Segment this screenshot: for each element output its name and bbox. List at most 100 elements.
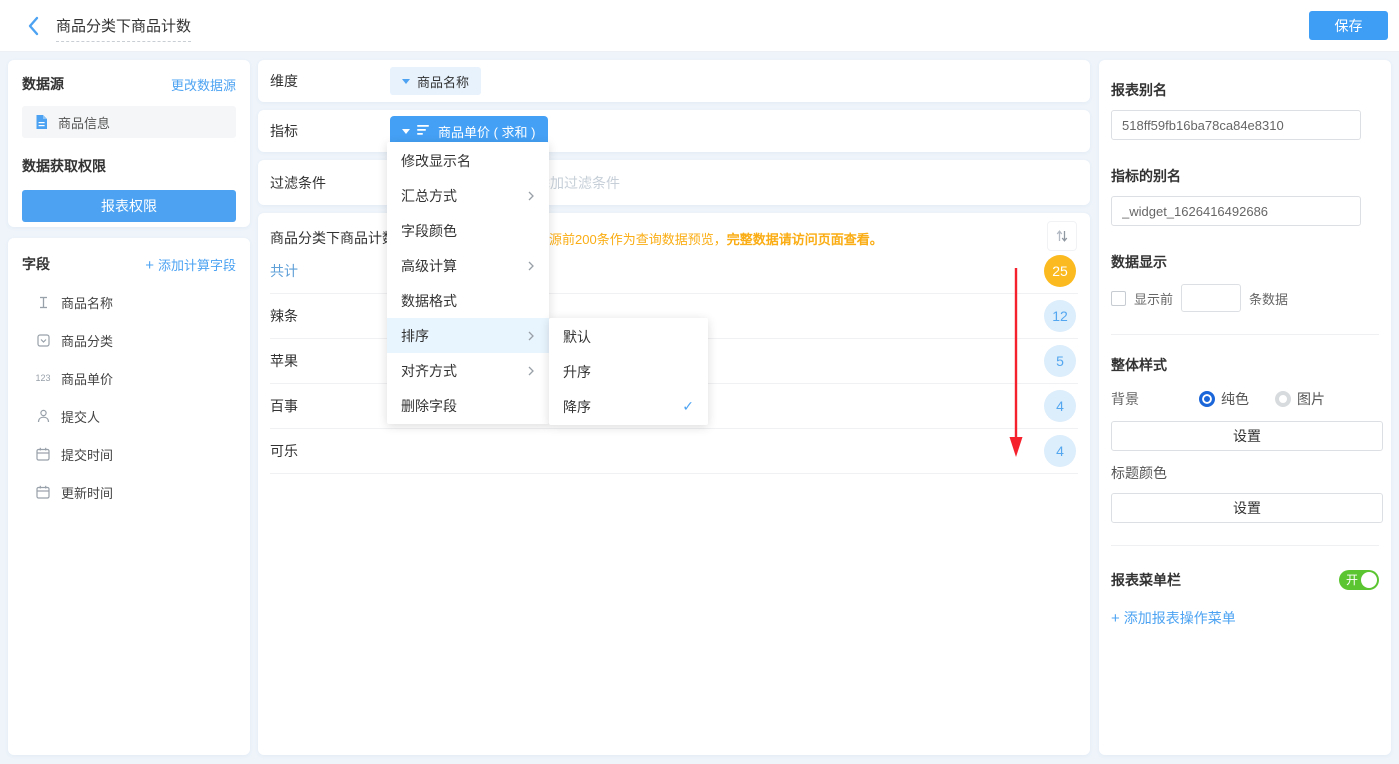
datasource-item[interactable]: 商品信息 [22,106,236,138]
field-label: 更新时间 [61,483,113,502]
summary-lines-icon [417,124,431,139]
row-label: 可乐 [270,441,298,461]
check-icon: ✓ [682,398,694,415]
dimension-tag-label: 商品名称 [417,72,469,91]
report-menu-label: 报表菜单栏 [1111,570,1181,590]
submenu-item-ascending[interactable]: 升序 [549,354,708,389]
date-field-icon [34,447,52,461]
toggle-knob [1361,572,1377,588]
metric-tag-label: 商品单价 ( 求和 ) [438,122,536,141]
dimension-row: 维度 商品名称 [258,60,1090,102]
number-field-icon: 123 [34,373,52,383]
title-color-setting-button[interactable]: 设置 [1111,493,1383,523]
count-badge: 5 [1044,345,1076,377]
field-item-submitter[interactable]: 提交人 [22,406,236,426]
filter-row: 过滤条件 添加过滤条件 [258,160,1090,205]
select-field-icon [34,334,52,347]
chevron-right-icon [527,365,535,377]
field-item-update-time[interactable]: 更新时间 [22,482,236,502]
divider [1111,334,1379,335]
add-calc-field-link[interactable]: 添加计算字段 [145,255,236,274]
sort-submenu: 默认 升序 降序✓ [549,318,708,425]
preview-table-title: 商品分类下商品计数 [270,228,396,248]
top-bar: 商品分类下商品计数 保存 [0,0,1399,52]
save-button[interactable]: 保存 [1309,11,1388,40]
field-label: 提交时间 [61,445,113,464]
field-item-submit-time[interactable]: 提交时间 [22,444,236,464]
menu-item-field-color[interactable]: 字段颜色 [387,213,549,248]
data-access-title: 数据获取权限 [22,156,236,176]
bg-image-option[interactable]: 图片 [1275,389,1325,409]
preview-table-panel: 商品分类下商品计数 默认取数据源前200条作为查询数据预览，完整数据请访问页面查… [258,213,1090,755]
rows-unit-label: 条数据 [1249,289,1288,308]
bg-solid-label: 纯色 [1221,389,1249,409]
metric-alias-input[interactable] [1111,196,1361,226]
metric-alias-label: 指标的别名 [1111,166,1379,186]
overall-style-label: 整体样式 [1111,355,1379,375]
chevron-right-icon [527,330,535,342]
menu-item-advanced-calc[interactable]: 高级计算 [387,248,549,283]
user-field-icon [34,409,52,423]
toggle-on-label: 开 [1346,573,1358,587]
datasource-item-label: 商品信息 [58,113,110,132]
report-alias-label: 报表别名 [1111,80,1379,100]
menu-item-rename[interactable]: 修改显示名 [387,143,549,178]
datasource-panel: 数据源 更改数据源 商品信息 数据获取权限 报表权限 [8,60,250,227]
dimension-tag[interactable]: 商品名称 [390,67,481,95]
background-setting-button[interactable]: 设置 [1111,421,1383,451]
text-field-icon [34,296,52,309]
table-row: 可乐 4 [270,429,1078,474]
chevron-down-icon [402,129,410,134]
show-first-label: 显示前 [1134,289,1173,308]
field-item-category[interactable]: 商品分类 [22,330,236,350]
page-title[interactable]: 商品分类下商品计数 [56,15,191,42]
row-label: 百事 [270,396,298,416]
data-display-label: 数据显示 [1111,252,1379,272]
report-alias-input[interactable] [1111,110,1361,140]
add-report-menu-link[interactable]: 添加报表操作菜单 [1111,608,1379,628]
count-badge: 4 [1044,435,1076,467]
bg-solid-option[interactable]: 纯色 [1199,389,1249,409]
back-icon[interactable] [26,16,46,36]
count-badge: 4 [1044,390,1076,422]
field-item-name[interactable]: 商品名称 [22,292,236,312]
submenu-item-default[interactable]: 默认 [549,319,708,354]
change-datasource-link[interactable]: 更改数据源 [171,75,236,94]
filter-label: 过滤条件 [270,173,390,193]
field-item-price[interactable]: 123 商品单价 [22,368,236,388]
show-first-checkbox[interactable] [1111,291,1126,306]
field-label: 商品分类 [61,331,113,350]
background-label: 背景 [1111,389,1199,409]
radio-unselected-icon[interactable] [1275,391,1291,407]
row-label: 共计 [270,261,298,281]
count-badge: 12 [1044,300,1076,332]
divider [1111,545,1379,546]
menu-item-align[interactable]: 对齐方式 [387,353,549,388]
report-menu-toggle[interactable]: 开 [1339,570,1379,590]
menu-item-summary-method[interactable]: 汇总方式 [387,178,549,213]
fields-title: 字段 [22,254,50,274]
field-label: 提交人 [61,407,100,426]
submenu-item-descending[interactable]: 降序✓ [549,389,708,424]
metric-context-menu: 修改显示名 汇总方式 字段颜色 高级计算 数据格式 排序 对齐方式 删除字段 [387,142,549,424]
fields-panel: 字段 添加计算字段 商品名称 商品分类 123 商品单价 提交人 提交时间 更新… [8,238,250,755]
row-count-input[interactable] [1181,284,1241,312]
dimension-label: 维度 [270,71,390,91]
menu-item-delete-field[interactable]: 删除字段 [387,388,549,423]
menu-item-data-format[interactable]: 数据格式 [387,283,549,318]
datasource-title: 数据源 [22,74,64,94]
radio-selected-icon[interactable] [1199,391,1215,407]
metric-row: 指标 商品单价 ( 求和 ) [258,110,1090,152]
bg-image-label: 图片 [1297,389,1325,409]
date-field-icon [34,485,52,499]
field-label: 商品名称 [61,293,113,312]
report-permission-button[interactable]: 报表权限 [22,190,236,222]
field-label: 商品单价 [61,369,113,388]
row-label: 苹果 [270,351,298,371]
count-badge: 25 [1044,255,1076,287]
title-color-label: 标题颜色 [1111,463,1379,483]
sort-toggle-icon[interactable] [1047,221,1077,251]
document-icon [32,114,50,130]
settings-panel: 报表别名 指标的别名 数据显示 显示前 条数据 整体样式 背景 纯色 图片 设置… [1099,60,1391,755]
menu-item-sort[interactable]: 排序 [387,318,549,353]
